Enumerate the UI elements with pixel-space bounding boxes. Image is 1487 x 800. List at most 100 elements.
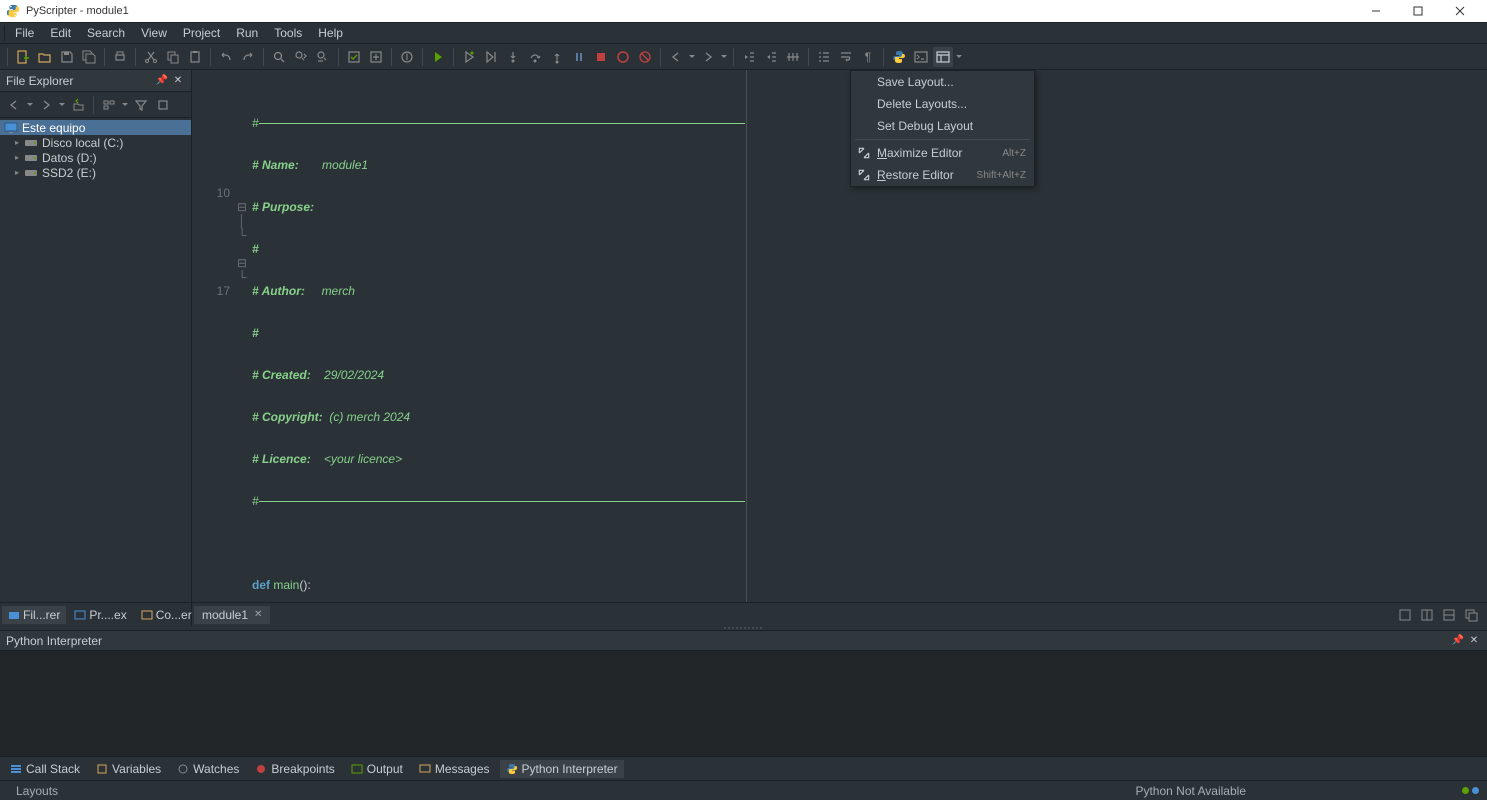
- new-window-button[interactable]: [1461, 605, 1481, 625]
- fold-gutter: ⊟ │ └ ⊟ └: [236, 70, 248, 602]
- tab-code-explorer[interactable]: Co...er: [135, 606, 198, 624]
- nav-up-button[interactable]: [68, 95, 88, 115]
- nav-forward-button[interactable]: [698, 47, 718, 67]
- minimize-button[interactable]: [1355, 0, 1397, 22]
- tree-node[interactable]: ▸ Disco local (C:): [0, 135, 191, 150]
- expand-icon[interactable]: ▸: [12, 153, 22, 163]
- browse-path-dropdown[interactable]: [121, 103, 129, 107]
- clear-breakpoints-button[interactable]: [635, 47, 655, 67]
- python-version-button[interactable]: [889, 47, 909, 67]
- tab-python-interpreter[interactable]: Python Interpreter: [500, 760, 624, 778]
- menu-restore-editor[interactable]: Restore Editor Shift+Alt+Z: [851, 164, 1034, 186]
- line-numbers-button[interactable]: [814, 47, 834, 67]
- special-chars-button[interactable]: ¶: [858, 47, 878, 67]
- tab-project-explorer[interactable]: Pr....ex: [68, 606, 132, 624]
- pause-button[interactable]: [569, 47, 589, 67]
- svg-text:i: i: [406, 50, 409, 63]
- nav-back-dropdown[interactable]: [688, 55, 696, 59]
- menu-delete-layouts[interactable]: Delete Layouts...: [851, 93, 1034, 115]
- tab-messages[interactable]: Messages: [413, 760, 496, 778]
- variables-icon: [96, 763, 108, 775]
- open-file-button[interactable]: [35, 47, 55, 67]
- folder-icon: [8, 609, 20, 621]
- split-vertical-button[interactable]: [1439, 605, 1459, 625]
- nav-back-button[interactable]: [666, 47, 686, 67]
- maximize-button[interactable]: [1397, 0, 1439, 22]
- copy-button[interactable]: [163, 47, 183, 67]
- syntax-check-button[interactable]: [344, 47, 364, 67]
- run-to-cursor-button[interactable]: [481, 47, 501, 67]
- debug-button[interactable]: [459, 47, 479, 67]
- nav-back-fe-dropdown[interactable]: [26, 103, 34, 107]
- expand-icon[interactable]: ▸: [12, 138, 22, 148]
- find-next-button[interactable]: [291, 47, 311, 67]
- layouts-button[interactable]: [933, 47, 953, 67]
- nav-forward-fe-button[interactable]: [36, 95, 56, 115]
- nav-forward-fe-dropdown[interactable]: [58, 103, 66, 107]
- close-panel-button[interactable]: ✕: [1467, 634, 1481, 648]
- redo-button[interactable]: [238, 47, 258, 67]
- nav-forward-dropdown[interactable]: [720, 55, 728, 59]
- pin-icon[interactable]: 📌: [155, 74, 169, 88]
- menu-view[interactable]: View: [133, 24, 175, 42]
- tab-output[interactable]: Output: [345, 760, 409, 778]
- filter-button[interactable]: [131, 95, 151, 115]
- tab-list-button[interactable]: [1395, 605, 1415, 625]
- close-button[interactable]: [1439, 0, 1481, 22]
- import-module-button[interactable]: [366, 47, 386, 67]
- menu-search[interactable]: Search: [79, 24, 133, 42]
- menu-help[interactable]: Help: [310, 24, 351, 42]
- menu-run[interactable]: Run: [228, 24, 266, 42]
- refresh-button[interactable]: [153, 95, 173, 115]
- menu-tools[interactable]: Tools: [266, 24, 310, 42]
- tab-variables[interactable]: Variables: [90, 760, 167, 778]
- paste-button[interactable]: [185, 47, 205, 67]
- save-all-button[interactable]: [79, 47, 99, 67]
- run-button[interactable]: [428, 47, 448, 67]
- restore-icon: [857, 168, 871, 182]
- configure-button[interactable]: i: [397, 47, 417, 67]
- layouts-dropdown[interactable]: [955, 55, 963, 59]
- new-file-button[interactable]: [13, 47, 33, 67]
- indent-button[interactable]: [761, 47, 781, 67]
- editor-tab-module1[interactable]: module1 ✕: [194, 606, 270, 624]
- tree-node[interactable]: ▸ Datos (D:): [0, 150, 191, 165]
- step-into-button[interactable]: [503, 47, 523, 67]
- menu-project[interactable]: Project: [175, 24, 228, 42]
- stop-button[interactable]: [591, 47, 611, 67]
- menu-file[interactable]: File: [7, 24, 42, 42]
- menu-save-layout[interactable]: Save Layout...: [851, 71, 1034, 93]
- interpreter-body[interactable]: [0, 651, 1487, 756]
- toggle-breakpoint-button[interactable]: [613, 47, 633, 67]
- menu-edit[interactable]: Edit: [42, 24, 79, 42]
- nav-back-fe-button[interactable]: [4, 95, 24, 115]
- step-over-button[interactable]: [525, 47, 545, 67]
- tree-root-node[interactable]: Este equipo: [0, 120, 191, 135]
- replace-button[interactable]: [313, 47, 333, 67]
- tree-node[interactable]: ▸ SSD2 (E:): [0, 165, 191, 180]
- find-button[interactable]: [269, 47, 289, 67]
- close-panel-button[interactable]: ✕: [171, 74, 185, 88]
- editor-container[interactable]: 10 17 ⊟ │ └: [192, 70, 1487, 602]
- print-button[interactable]: [110, 47, 130, 67]
- expand-icon[interactable]: ▸: [12, 168, 22, 178]
- toggle-comment-button[interactable]: [783, 47, 803, 67]
- browse-path-button[interactable]: [99, 95, 119, 115]
- tab-call-stack[interactable]: Call Stack: [4, 760, 86, 778]
- save-button[interactable]: [57, 47, 77, 67]
- step-out-button[interactable]: [547, 47, 567, 67]
- close-tab-button[interactable]: ✕: [254, 609, 262, 620]
- tab-watches[interactable]: Watches: [171, 760, 245, 778]
- cut-button[interactable]: [141, 47, 161, 67]
- editor-area: 10 17 ⊟ │ └: [192, 70, 1487, 626]
- command-prompt-button[interactable]: [911, 47, 931, 67]
- pin-icon[interactable]: 📌: [1451, 634, 1465, 648]
- word-wrap-button[interactable]: [836, 47, 856, 67]
- tab-file-explorer[interactable]: Fil...rer: [2, 606, 66, 624]
- tab-breakpoints[interactable]: Breakpoints: [249, 760, 340, 778]
- outdent-button[interactable]: [739, 47, 759, 67]
- split-horizontal-button[interactable]: [1417, 605, 1437, 625]
- menu-set-debug-layout[interactable]: Set Debug Layout: [851, 115, 1034, 137]
- undo-button[interactable]: [216, 47, 236, 67]
- menu-maximize-editor[interactable]: Maximize Editor Alt+Z: [851, 142, 1034, 164]
